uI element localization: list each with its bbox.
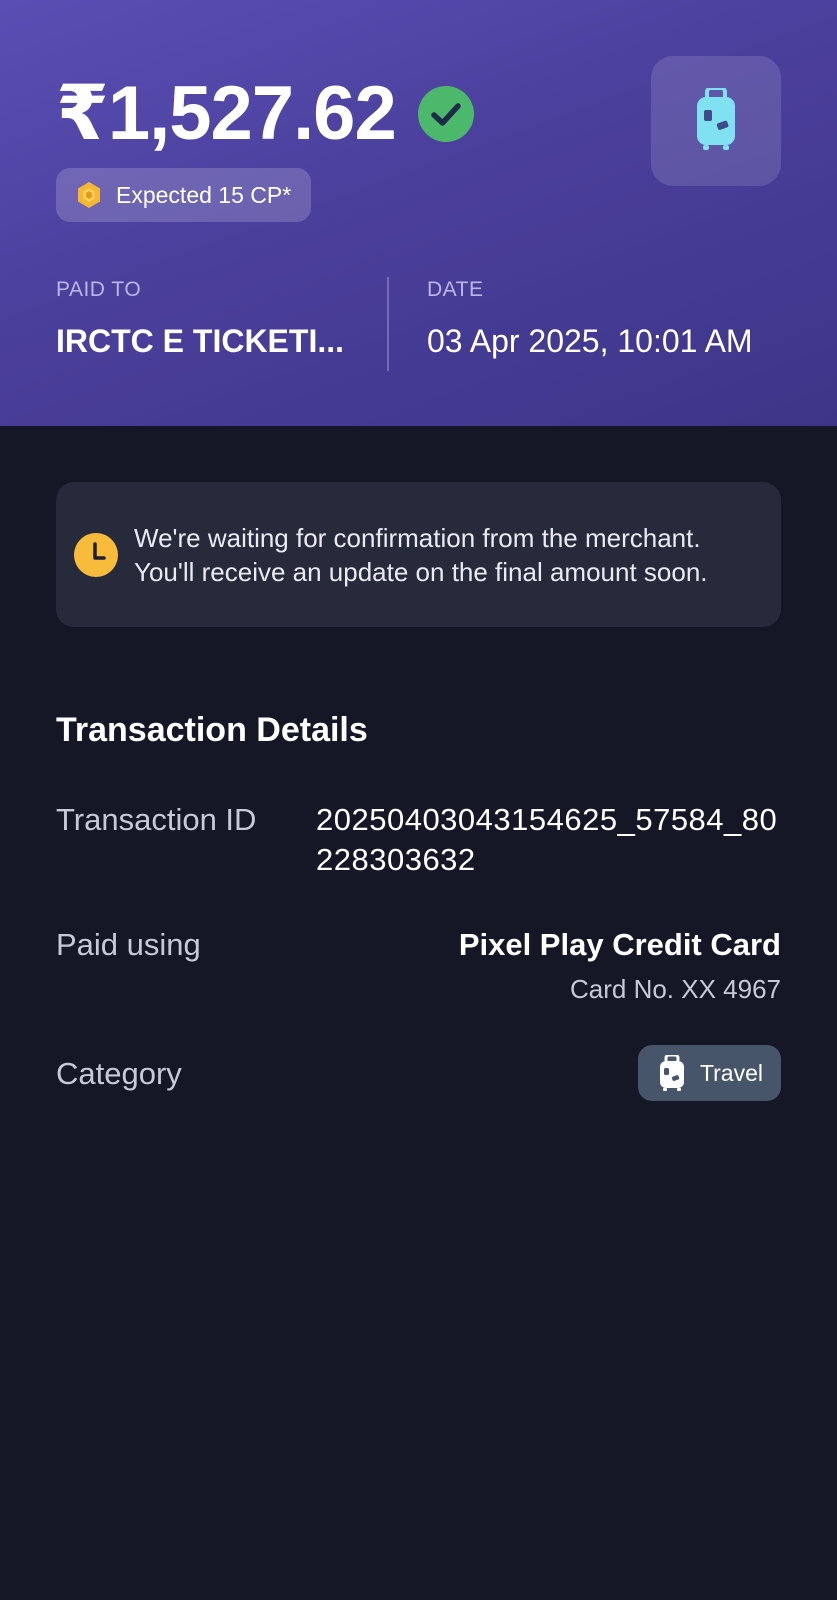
- category-chip[interactable]: Travel: [637, 1045, 781, 1101]
- category-chip-label: Travel: [699, 1059, 763, 1086]
- paid-to-label: PAID TO: [56, 278, 142, 301]
- amount-row: ₹1,527.62: [56, 66, 474, 162]
- transaction-id-label: Transaction ID: [56, 802, 257, 837]
- pending-notice: We're waiting for confirmation from the …: [56, 482, 781, 627]
- date-block: DATE 03 Apr 2025, 10:01 AM: [427, 277, 787, 361]
- clock-icon: [74, 532, 118, 577]
- paid-to-value: IRCTC E TICKETI...: [56, 323, 344, 359]
- date-value: 03 Apr 2025, 10:01 AM: [427, 323, 753, 359]
- card-number: Card No. XX 4967: [569, 974, 781, 1004]
- transaction-amount: ₹1,527.62: [56, 71, 397, 156]
- category-label: Category: [56, 1056, 182, 1091]
- suitcase-icon: [658, 1053, 686, 1091]
- paid-using-value: Pixel Play Credit Card: [458, 927, 781, 962]
- expected-rewards-label: Expected 15 CP*: [116, 181, 292, 208]
- paid-using-label: Paid using: [56, 927, 201, 962]
- paid-to-block: PAID TO IRCTC E TICKETI...: [56, 277, 356, 361]
- expected-rewards-badge: Expected 15 CP*: [56, 168, 312, 222]
- category-tile: [651, 56, 781, 186]
- check-circle-icon: [417, 86, 474, 142]
- suitcase-icon: [695, 85, 737, 155]
- transaction-header: ₹1,527.62 Expected 15 CP* PAID TO IRCTC …: [0, 0, 837, 426]
- pending-notice-text: We're waiting for confirmation from the …: [134, 522, 708, 587]
- coin-icon: [74, 180, 104, 210]
- date-label: DATE: [427, 278, 484, 301]
- transaction-id-value[interactable]: 20250403043154625_57584_80228303632: [316, 800, 786, 880]
- transaction-meta: PAID TO IRCTC E TICKETI... DATE 03 Apr 2…: [56, 277, 781, 371]
- meta-divider: [387, 277, 389, 371]
- section-title: Transaction Details: [56, 711, 368, 749]
